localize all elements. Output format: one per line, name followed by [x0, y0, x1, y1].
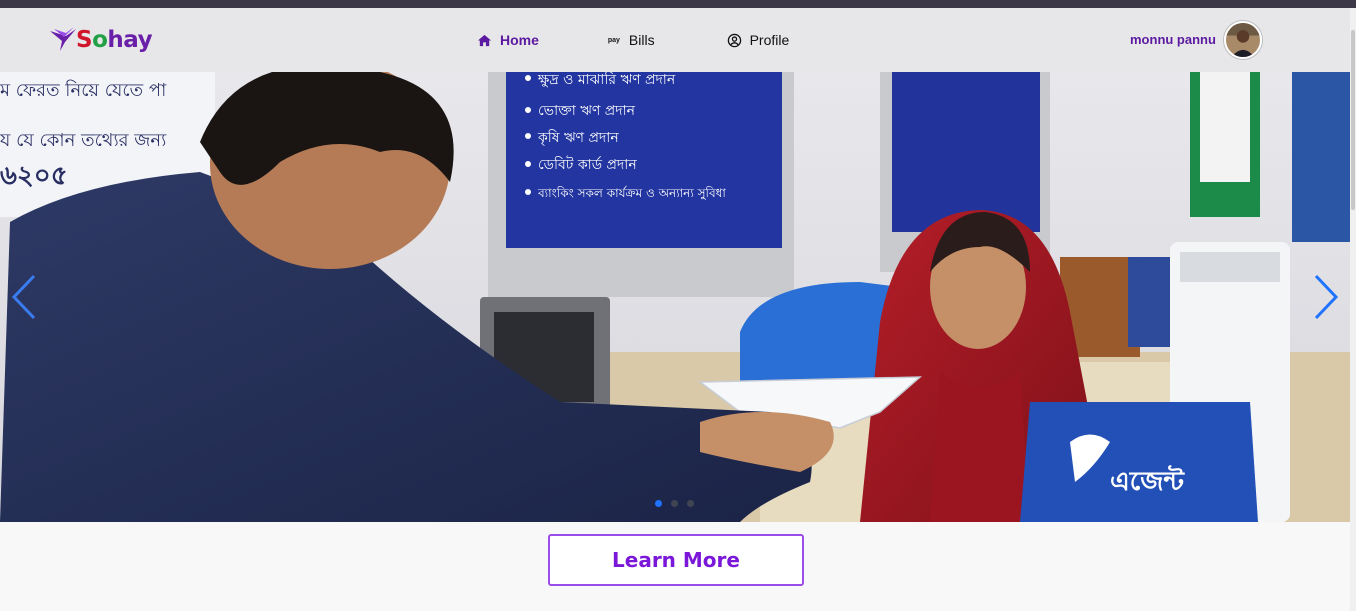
poster-line-1: ম ফেরত নিয়ে যেতে পা — [0, 80, 167, 101]
bird-logo-icon — [50, 27, 76, 51]
nav-bills-label: Bills — [628, 32, 655, 48]
nav-home[interactable]: Home — [477, 32, 539, 48]
carousel-next-button[interactable] — [1306, 272, 1346, 322]
board-item-1: ক্ষুদ্র ও মাঝারি ঋণ প্রদান — [537, 72, 676, 88]
nav-profile[interactable]: Profile — [727, 32, 790, 48]
avatar[interactable] — [1224, 21, 1262, 59]
slide-image: ম ফেরত নিয়ে যেতে পা য যে কোন তথ্যের জন্… — [0, 72, 1350, 522]
carousel-dot-3[interactable] — [687, 500, 694, 507]
nav-profile-label: Profile — [749, 32, 790, 48]
main-nav: Home pay Bills Profile — [477, 28, 789, 52]
carousel-indicators — [655, 500, 694, 507]
brand-logo[interactable]: Sohay — [48, 24, 153, 56]
scrollbar-thumb[interactable] — [1351, 30, 1355, 210]
board-item-4: ডেবিট কার্ড প্রদান — [538, 156, 637, 173]
carousel-prev-button[interactable] — [4, 272, 44, 322]
home-icon — [477, 34, 492, 46]
poster-line-3: ৬২০৫ — [0, 161, 68, 191]
learn-more-button[interactable]: Learn More — [548, 534, 804, 586]
chevron-right-icon — [1314, 274, 1339, 320]
board-item-5: ব্যাংকিং সকল কার্যক্রম ও অন্যান্য সুবিধা — [537, 186, 726, 201]
brand-name: Sohay — [76, 27, 153, 53]
user-name[interactable]: monnu pannu — [1130, 32, 1216, 47]
page-scrollbar[interactable] — [1350, 8, 1356, 611]
top-strip — [0, 0, 1356, 8]
carousel-dot-2[interactable] — [671, 500, 678, 507]
pay-icon: pay — [607, 36, 620, 44]
board-item-2: ভোক্তা ঋণ প্রদান — [538, 103, 636, 119]
chevron-left-icon — [11, 274, 36, 320]
navbar: Sohay Home pay Bills Profile monnu pannu — [0, 8, 1350, 72]
nav-bills[interactable]: pay Bills — [607, 32, 655, 48]
user-circle-icon — [727, 33, 741, 47]
hero-carousel: ম ফেরত নিয়ে যেতে পা য যে কোন তথ্যের জন্… — [0, 72, 1350, 522]
poster-line-2: য যে কোন তথ্যের জন্য — [0, 130, 167, 151]
nav-home-label: Home — [500, 32, 539, 48]
avatar-photo — [1226, 23, 1260, 57]
carousel-dot-1[interactable] — [655, 500, 662, 507]
desk-sign-text: এজেন্ট — [1110, 464, 1185, 497]
board-item-3: কৃষি ঋণ প্রদান — [537, 129, 619, 146]
